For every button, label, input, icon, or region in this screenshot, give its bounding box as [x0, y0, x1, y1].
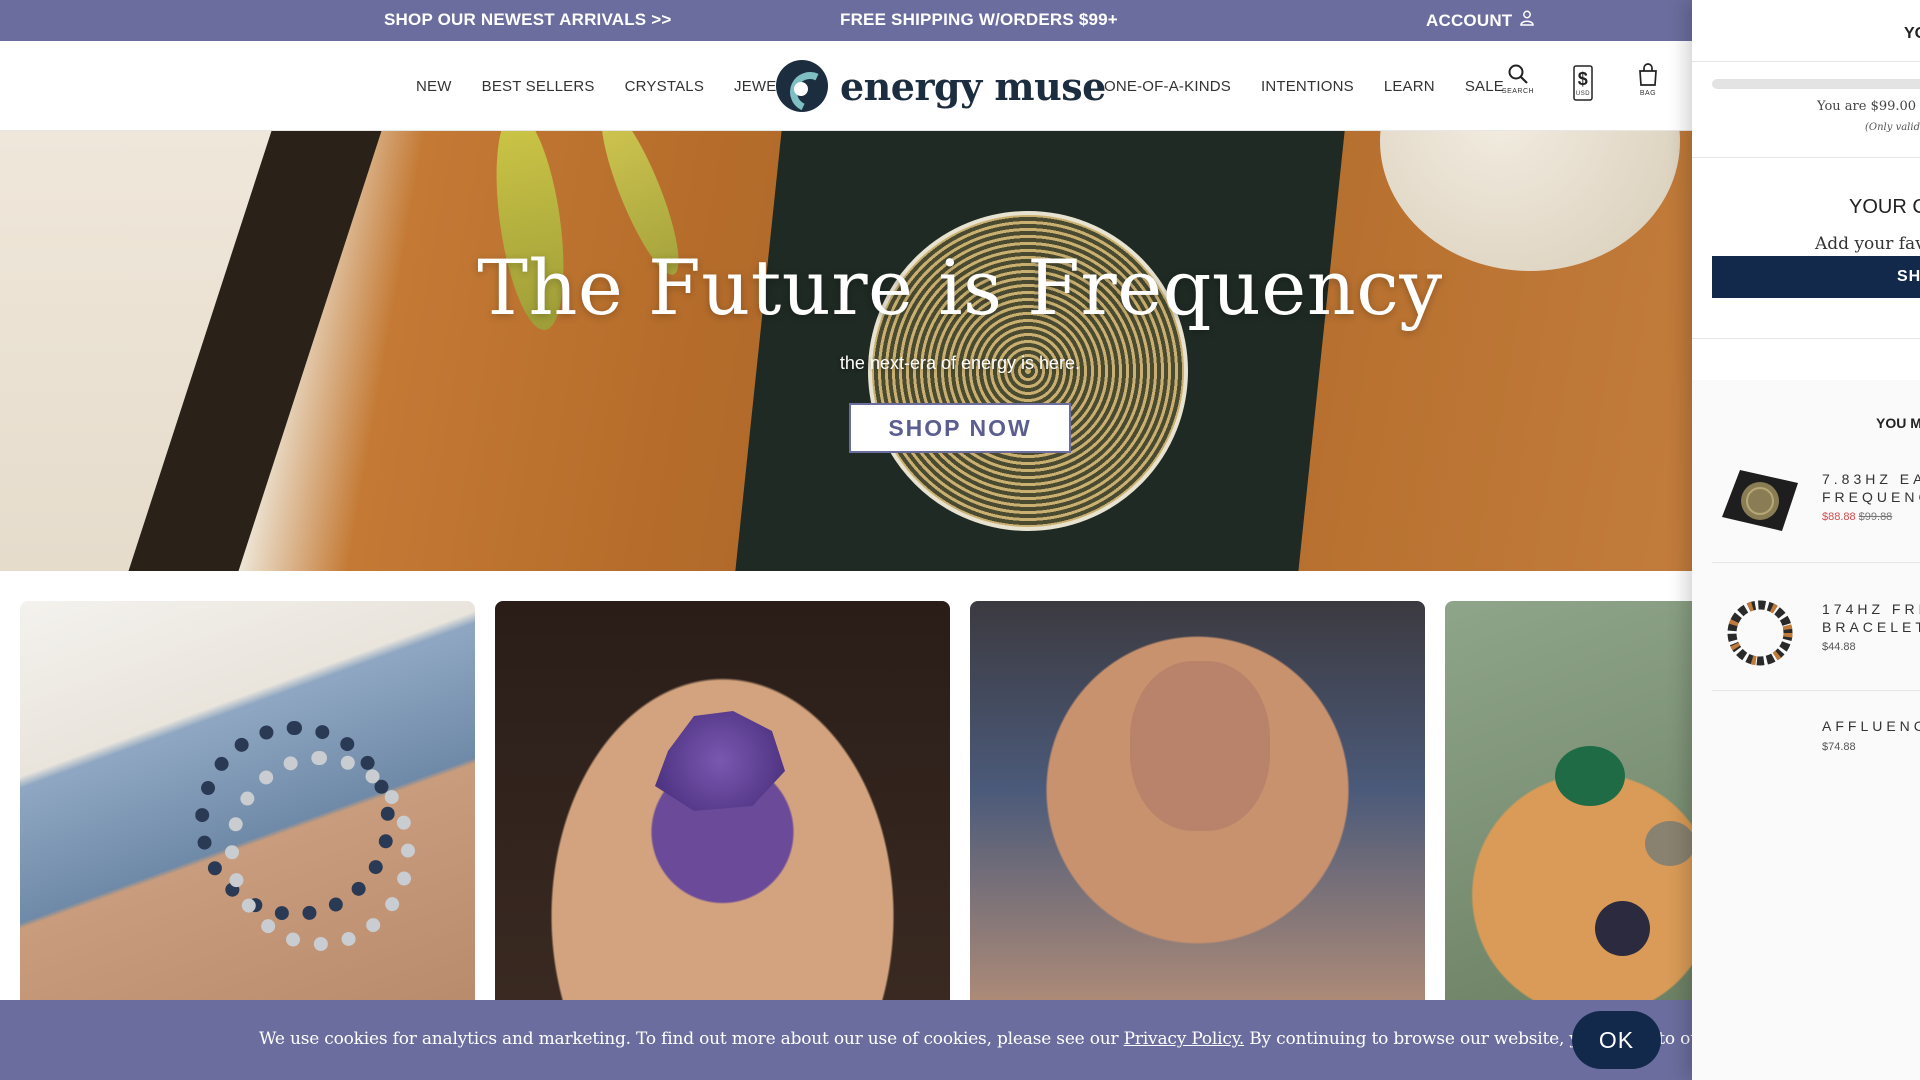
product-name: BRACELET: [1822, 619, 1920, 635]
search-button[interactable]: SEARCH: [1496, 63, 1540, 95]
svg-text:$: $: [1578, 69, 1589, 89]
user-icon: [1520, 1, 1535, 41]
cookie-text-before: We use cookies for analytics and marketi…: [259, 1029, 1124, 1049]
divider: [1692, 157, 1920, 158]
category-card-abundance[interactable]: [1445, 601, 1692, 1021]
nav-item-best-sellers[interactable]: BEST SELLERS: [482, 78, 595, 95]
nav-item-one-of-a-kinds[interactable]: ONE-OF-A-KINDS: [1104, 78, 1231, 95]
pyrite-stone-image: [1645, 821, 1692, 866]
primary-nav-right: ONE-OF-A-KINDS INTENTIONS LEARN SALE: [1104, 41, 1534, 131]
product-name: AFFLUENC: [1822, 718, 1920, 734]
shopping-bag-icon: [1639, 63, 1657, 86]
upsell-item[interactable]: 7.83HZ EA FREQUENC $88.88$99.88: [1712, 435, 1920, 563]
empty-cart-subtitle: Add your favor: [1815, 234, 1920, 254]
free-shipping-banner: FREE SHIPPING W/ORDERS $99+: [840, 10, 1118, 29]
primary-nav-left: NEW BEST SELLERS CRYSTALS JEWELRY: [416, 41, 836, 131]
stone-image: [1595, 901, 1650, 956]
cart-drawer: YO You are $99.00 aw (Only valid YOUR CA…: [1692, 0, 1920, 1080]
new-arrivals-link[interactable]: SHOP OUR NEWEST ARRIVALS >>: [384, 0, 672, 41]
nav-item-learn[interactable]: LEARN: [1384, 78, 1435, 95]
site-header: NEW BEST SELLERS CRYSTALS JEWELRY energy…: [0, 41, 1692, 131]
compare-price: $99.88: [1858, 511, 1893, 523]
product-price: $44.88: [1822, 641, 1856, 653]
product-name: 174HZ FRE: [1822, 601, 1920, 617]
logo-text: energy muse: [840, 63, 1106, 109]
product-price: $74.88: [1822, 741, 1856, 753]
hero-banner: The Future is Frequency the next-era of …: [0, 131, 1692, 571]
amethyst-image: [655, 711, 785, 811]
free-shipping-note: (Only valid: [1865, 122, 1920, 133]
category-card-jewelry[interactable]: [970, 601, 1425, 1021]
currency-label: USD: [1575, 91, 1591, 97]
account-label: ACCOUNT: [1426, 10, 1513, 30]
promo-bar: SHOP OUR NEWEST ARRIVALS >> FREE SHIPPIN…: [0, 0, 1920, 41]
product-price: $88.88 $99.88: [1822, 511, 1892, 523]
category-card-crystals[interactable]: [495, 601, 950, 1021]
bag-label: BAG: [1639, 90, 1657, 97]
hero-title: The Future is Frequency: [477, 243, 1443, 332]
search-icon: [1508, 64, 1528, 84]
product-thumbnail: [1720, 593, 1800, 666]
cart-shop-button[interactable]: SH: [1712, 256, 1920, 298]
free-shipping-progress-bar: [1712, 79, 1920, 89]
cart-drawer-title: YO: [1904, 25, 1920, 42]
cookie-banner: We use cookies for analytics and marketi…: [0, 1000, 1838, 1080]
currency-selector[interactable]: $ USD: [1561, 65, 1605, 111]
nav-item-new[interactable]: NEW: [416, 78, 452, 95]
malachite-stone-image: [1555, 746, 1625, 806]
category-card-bracelets[interactable]: [20, 601, 475, 1021]
logo-mark-icon: [776, 60, 828, 112]
upsell-item[interactable]: AFFLUENC $74.88: [1712, 693, 1920, 821]
product-name: FREQUENC: [1822, 489, 1920, 505]
sale-price: $88.88: [1822, 511, 1856, 523]
upsell-title: YOU M: [1876, 415, 1920, 431]
privacy-policy-link[interactable]: Privacy Policy.: [1124, 1029, 1245, 1049]
divider: [1692, 338, 1920, 339]
product-name: 7.83HZ EA: [1822, 471, 1920, 487]
cart-drawer-header: [1692, 10, 1920, 62]
empty-cart-title: YOUR CA: [1849, 196, 1920, 218]
bracelet-image: [225, 751, 415, 951]
portrait-image: [1130, 661, 1270, 831]
upsell-item[interactable]: 174HZ FRE BRACELET $44.88: [1712, 563, 1920, 691]
shop-now-button[interactable]: SHOP NOW: [849, 403, 1071, 453]
cookie-ok-button[interactable]: OK: [1572, 1011, 1661, 1069]
product-thumbnail: [1720, 465, 1800, 535]
hero-subtitle: the next-era of energy is here.: [839, 353, 1081, 373]
nav-item-crystals[interactable]: CRYSTALS: [625, 78, 704, 95]
search-label: SEARCH: [1501, 88, 1535, 95]
site-logo[interactable]: energy muse: [776, 57, 1106, 115]
bag-button[interactable]: BAG: [1626, 63, 1670, 97]
free-shipping-message: You are $99.00 aw: [1817, 99, 1920, 114]
nav-item-intentions[interactable]: INTENTIONS: [1261, 78, 1354, 95]
account-link[interactable]: ACCOUNT: [1426, 0, 1535, 41]
